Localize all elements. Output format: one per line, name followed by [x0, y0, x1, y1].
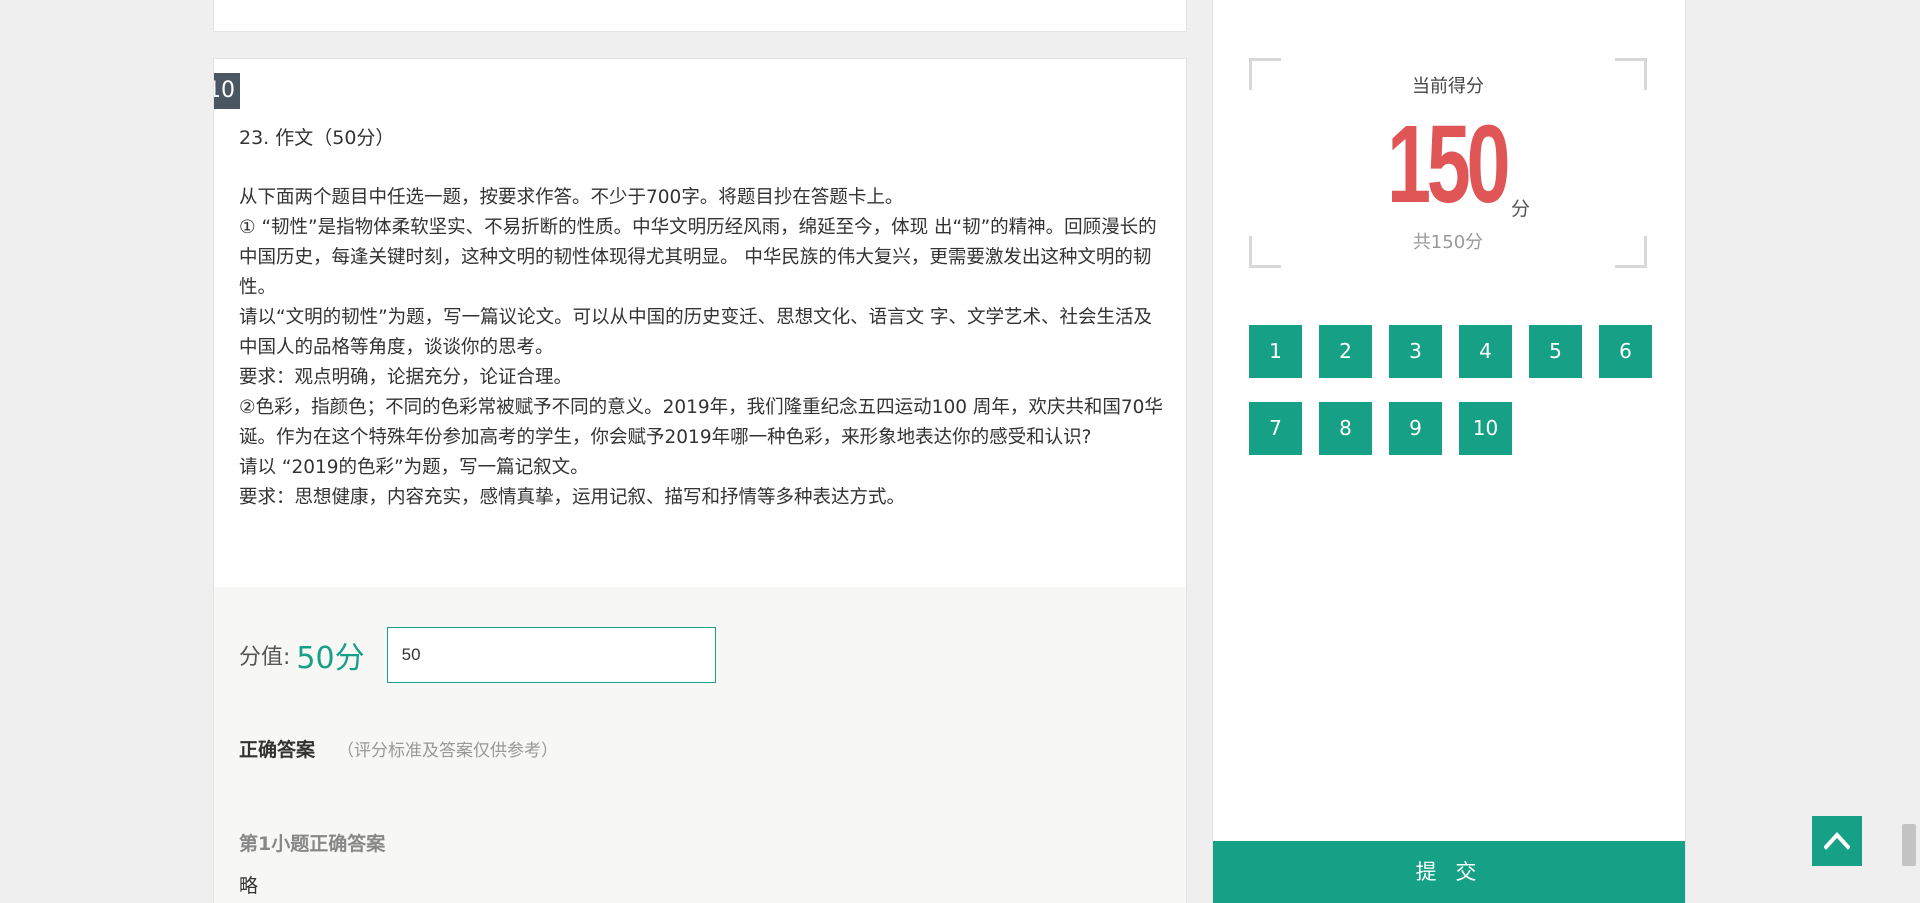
score-input[interactable]: [386, 627, 716, 683]
question-nav-button[interactable]: 10: [1459, 402, 1512, 455]
question-nav-button[interactable]: 7: [1249, 402, 1302, 455]
question-paragraph: 要求：思想健康，内容充实，感情真挚，运用记叙、描写和抒情等多种表达方式。: [239, 487, 906, 508]
question-body: 从下面两个题目中任选一题，按要求作答。不少于700字。将题目抄在答题卡上。 ① …: [239, 183, 1169, 513]
correct-answer-header: 正确答案 （评分标准及答案仅供参考）: [239, 735, 558, 762]
current-score-unit: 分: [1511, 198, 1531, 220]
scrollbar-thumb[interactable]: [1902, 824, 1916, 866]
question-paragraph: 请以“文明的韧性”为题，写一篇议论文。可以从中国的历史变迁、思想文化、语言文 字…: [239, 307, 1153, 358]
score-label: 分值:: [239, 645, 291, 670]
submit-button[interactable]: 提 交: [1213, 841, 1685, 903]
question-nav-button[interactable]: 8: [1319, 402, 1372, 455]
question-paragraph: 要求：观点明确，论据充分，论证合理。: [239, 367, 573, 388]
sub-question-answer-title: 第1小题正确答案: [239, 833, 386, 855]
question-paragraph: ① “韧性”是指物体柔软坚实、不易折断的性质。中华文明历经风雨，绵延至今，体现 …: [239, 217, 1157, 298]
current-score-value: 150: [1387, 103, 1510, 226]
question-nav-button[interactable]: 2: [1319, 325, 1372, 378]
answer-area: 分值: 50分 正确答案 （评分标准及答案仅供参考） 第1小题正确答案 略: [214, 587, 1186, 903]
question-title: 23. 作文（50分）: [239, 127, 395, 149]
current-score-box: 当前得分 150 分 共150分: [1249, 58, 1647, 268]
question-nav-button[interactable]: 3: [1389, 325, 1442, 378]
question-paragraph: 从下面两个题目中任选一题，按要求作答。不少于700字。将题目抄在答题卡上。: [239, 187, 904, 208]
previous-question-card: [213, 0, 1187, 32]
question-nav-button[interactable]: 4: [1459, 325, 1512, 378]
score-row: 分值: 50分: [239, 627, 716, 683]
current-score-caption: 当前得分: [1412, 76, 1484, 97]
question-nav-button[interactable]: 1: [1249, 325, 1302, 378]
chevron-up-icon: [1824, 832, 1850, 850]
back-to-top-button[interactable]: [1812, 816, 1862, 866]
question-nav-button[interactable]: 9: [1389, 402, 1442, 455]
sub-question-answer: 略: [239, 875, 259, 897]
question-nav-button[interactable]: 6: [1599, 325, 1652, 378]
score-sidebar: 当前得分 150 分 共150分 1 2 3 4 5 6 7 8 9 10 提 …: [1212, 0, 1686, 903]
question-number-badge: 10: [214, 73, 240, 109]
correct-answer-title: 正确答案: [239, 739, 316, 761]
total-score: 共150分: [1412, 232, 1484, 253]
question-card: 10 23. 作文（50分） 从下面两个题目中任选一题，按要求作答。不少于700…: [213, 58, 1187, 903]
question-paragraph: ②色彩，指颜色；不同的色彩常被赋予不同的意义。2019年，我们隆重纪念五四运动1…: [239, 397, 1163, 448]
question-paragraph: 请以 “2019的色彩”为题，写一篇记叙文。: [239, 457, 589, 478]
score-value: 50分: [296, 641, 365, 676]
question-nav-button[interactable]: 5: [1529, 325, 1582, 378]
correct-answer-note: （评分标准及答案仅供参考）: [337, 741, 559, 761]
